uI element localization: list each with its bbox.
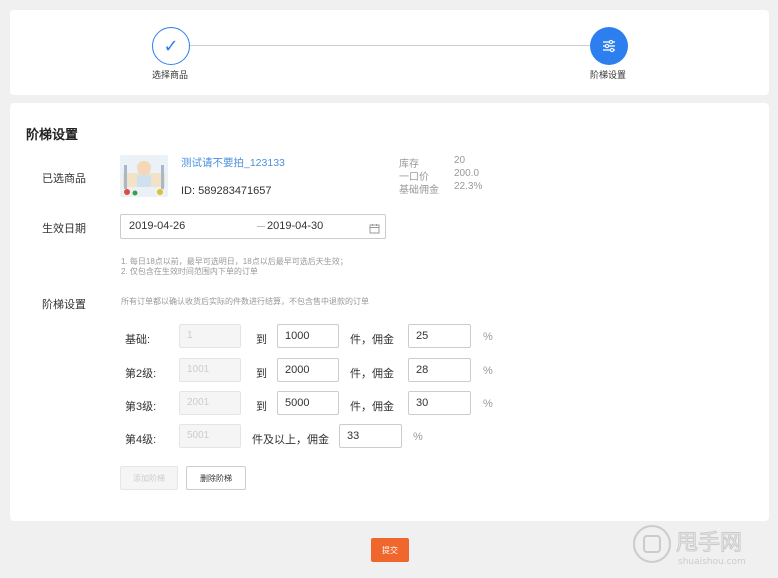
step-connector-line <box>190 45 590 46</box>
tier-4-commission-input[interactable]: 33 <box>339 424 402 448</box>
base-commission-label: 基础佣金 <box>399 185 439 196</box>
product-id: ID: 589283471657 <box>181 185 272 197</box>
tier-base-from-input: 1 <box>179 324 241 348</box>
step-label-select-product: 选择商品 <box>152 70 189 80</box>
note-line-1: 1. 每日18点以前，最早可选明日，18点以后最早可选后天生效； <box>121 257 348 266</box>
steps-card <box>10 10 769 95</box>
product-name-link[interactable]: 测试请不要拍_123133 <box>181 155 285 170</box>
tier-label-4: 第4级: <box>125 434 157 446</box>
tier-base-percent: % <box>483 331 493 343</box>
svg-text:甩手网: 甩手网 <box>676 531 742 556</box>
add-tier-button[interactable]: 添加阶梯 <box>120 466 178 490</box>
tier-label-base: 基础: <box>125 334 151 346</box>
tier-settings-label: 阶梯设置 <box>42 299 86 311</box>
date-separator <box>257 226 265 227</box>
base-commission-value: 22.3% <box>454 181 483 192</box>
tier-2-commission-input[interactable]: 28 <box>408 358 471 382</box>
tier-3-to-label: 到 <box>256 401 267 413</box>
stock-value: 20 <box>454 155 466 166</box>
tier-2-percent: % <box>483 365 493 377</box>
tier-2-unit-label: 件，佣金 <box>350 368 394 380</box>
calendar-icon[interactable] <box>369 221 380 239</box>
product-thumbnail <box>120 155 168 197</box>
selected-product-label: 已选商品 <box>42 173 86 185</box>
tier-base-unit-label: 件，佣金 <box>350 334 394 346</box>
watermark-logo: 甩手网 shuaishou.com <box>632 520 772 568</box>
tier-2-from-input: 1001 <box>179 358 241 382</box>
tier-3-commission-input[interactable]: 30 <box>408 391 471 415</box>
start-date[interactable]: 2019-04-26 <box>129 220 185 232</box>
tier-3-to-input[interactable]: 5000 <box>277 391 339 415</box>
effective-date-label: 生效日期 <box>42 223 86 235</box>
section-title: 阶梯设置 <box>26 127 79 142</box>
tier-base-commission-input[interactable]: 25 <box>408 324 471 348</box>
submit-button[interactable]: 提交 <box>371 538 409 562</box>
step-active-settings-icon <box>590 27 628 65</box>
tier-4-from-input: 5001 <box>179 424 241 448</box>
tier-2-to-input[interactable]: 2000 <box>277 358 339 382</box>
tier-4-above-label: 件及以上，佣金 <box>252 434 329 446</box>
tier-base-to-label: 到 <box>256 334 267 346</box>
tier-2-to-label: 到 <box>256 368 267 380</box>
tier-base-to-input[interactable]: 1000 <box>277 324 339 348</box>
tier-3-from-input: 2001 <box>179 391 241 415</box>
step-label-tier-settings: 阶梯设置 <box>590 70 627 80</box>
note-line-2: 2. 仅包含在生效时间范围内下单的订单 <box>121 267 258 276</box>
step-done-check-icon: ✓ <box>152 27 190 65</box>
date-range-picker[interactable]: 2019-04-26 2019-04-30 <box>120 214 386 239</box>
svg-text:shuaishou.com: shuaishou.com <box>678 557 746 567</box>
end-date[interactable]: 2019-04-30 <box>267 220 323 232</box>
tier-3-unit-label: 件，佣金 <box>350 401 394 413</box>
tier-label-2: 第2级: <box>125 368 157 380</box>
tier-description: 所有订单都以确认收货后实际的件数进行结算，不包含售中退款的订单 <box>121 297 369 306</box>
tier-label-3: 第3级: <box>125 401 157 413</box>
price-value: 200.0 <box>454 168 480 179</box>
delete-tier-button[interactable]: 删除阶梯 <box>186 466 246 490</box>
tier-4-percent: % <box>413 431 423 443</box>
tier-3-percent: % <box>483 398 493 410</box>
